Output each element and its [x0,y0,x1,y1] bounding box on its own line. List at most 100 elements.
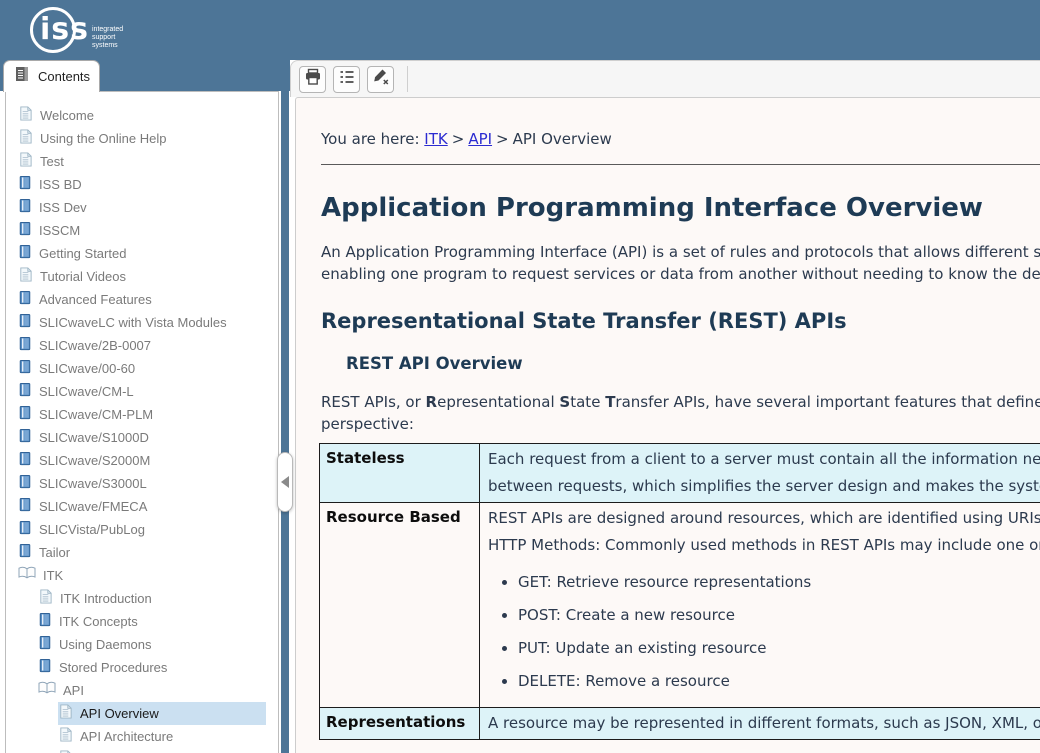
remove-highlights-button[interactable] [367,66,394,93]
sidebar-item-slicwave-fmeca[interactable]: SLICwave/FMECA [18,495,266,518]
breadcrumb-link-itk[interactable]: ITK [424,130,447,148]
sidebar-panel: Welcome Using the Online Help Test ISS BD IS… [5,91,279,753]
sidebar-item-tailor[interactable]: Tailor [18,541,266,564]
sidebar-item-itk-concepts[interactable]: ITK Concepts [38,610,266,633]
rest-overview-subheading: REST API Overview [346,354,1040,373]
sidebar-item-api-overview[interactable]: API Overview [58,702,266,725]
sidebar-item-label: Welcome [40,108,94,123]
sidebar-item-label: SLICwaveLC with Vista Modules [39,315,227,330]
sidebar-item-label: ISS BD [39,177,82,192]
sidebar-item-label: Test [40,154,64,169]
app-header: iss integratedsupportsystems [0,0,1040,60]
closed-book-icon [18,290,32,310]
http-method-item: PUT: Update an existing resource [518,638,1040,659]
intro-paragraph: An Application Programming Interface (AP… [321,241,1040,285]
closed-book-icon [18,451,32,471]
sidebar-item-label: Advanced Features [39,292,152,307]
breadcrumb-separator: > [448,130,469,148]
http-method-item: DELETE: Remove a resource [518,671,1040,692]
rest-paragraph-line: REST APIs, or Representational State Tra… [321,391,1040,413]
sidebar-item-using-daemons[interactable]: Using Daemons [38,633,266,656]
closed-book-icon [18,474,32,494]
list-icon [337,67,357,92]
sidebar-splitter[interactable] [281,91,289,753]
pen-remove-icon [371,67,391,92]
print-button[interactable] [299,66,326,93]
sidebar-item-label: SLICVista/PubLog [39,522,145,537]
page-icon [18,152,33,172]
iss-logo: iss integratedsupportsystems [28,5,228,57]
sidebar-item-slicwavelc-with-vista-modules[interactable]: SLICwaveLC with Vista Modules [18,311,266,334]
sidebar-item-label: SLICwave/CM-L [39,384,134,399]
sidebar-item-slicwave-cm-plm[interactable]: SLICwave/CM-PLM [18,403,266,426]
closed-book-icon [18,359,32,379]
sidebar-item-api-architecture[interactable]: API Architecture [58,725,266,748]
rest-paragraph: REST APIs, or Representational State Tra… [321,391,1040,435]
sidebar-item-itk-introduction[interactable]: ITK Introduction [38,587,266,610]
sidebar-item-advanced-features[interactable]: Advanced Features [18,288,266,311]
sidebar-item-using-the-online-help[interactable]: Using the Online Help [18,127,266,150]
sidebar-item-iss-bd[interactable]: ISS BD [18,173,266,196]
sidebar-item-label: ITK Concepts [59,614,138,629]
sidebar-item-isscm[interactable]: ISSCM [18,219,266,242]
table-row: Stateless Each request from a client to a… [320,444,1040,503]
sidebar-item-slicwave-cm-l[interactable]: SLICwave/CM-L [18,380,266,403]
breadcrumb-divider [321,164,1040,165]
sidebar-item-test[interactable]: Test [18,150,266,173]
feature-description-line: A resource may be represented in differe… [488,710,1040,737]
sidebar-item-getting-started[interactable]: Getting Started [18,242,266,265]
sidebar-item-slicwave-00-60[interactable]: SLICwave/00-60 [18,357,266,380]
feature-description-cell: A resource may be represented in differe… [480,708,1040,740]
closed-book-icon [18,175,32,195]
sidebar-item-label: Using the Online Help [40,131,166,146]
expand-all-button[interactable] [333,66,360,93]
sidebar-item-label: SLICwave/FMECA [39,499,147,514]
open-book-icon [38,681,56,700]
sidebar-item-stored-procedures[interactable]: Stored Procedures [38,656,266,679]
feature-name-cell: Resource Based [320,503,480,708]
toolbar [290,60,1040,97]
sidebar-item-slicwave-2b-0007[interactable]: SLICwave/2B-0007 [18,334,266,357]
feature-name-cell: Stateless [320,444,480,503]
sidebar-item-api-endpoint-definitions[interactable]: API Endpoint Definitions [58,748,266,753]
sidebar-item-label: SLICwave/S2000M [39,453,150,468]
page-icon [38,589,53,609]
sidebar-item-tutorial-videos[interactable]: Tutorial Videos [18,265,266,288]
sidebar-item-label: ITK [43,568,63,583]
breadcrumb-separator: > [492,130,513,148]
closed-book-icon [38,612,52,632]
intro-line: An Application Programming Interface (AP… [321,241,1040,263]
closed-book-icon [18,336,32,356]
breadcrumb-link-api[interactable]: API [468,130,492,148]
sidebar-item-slicvista-publog[interactable]: SLICVista/PubLog [18,518,266,541]
sidebar-item-slicwave-s2000m[interactable]: SLICwave/S2000M [18,449,266,472]
sidebar-item-api[interactable]: API [38,679,266,702]
closed-book-icon [18,428,32,448]
sidebar-item-slicwave-s1000d[interactable]: SLICwave/S1000D [18,426,266,449]
feature-description-line: Each request from a client to a server m… [488,446,1040,473]
feature-description-line: between requests, which simplifies the s… [488,473,1040,500]
sidebar-item-label: ISSCM [39,223,80,238]
logo-text: iss [40,12,89,47]
sidebar-collapse-handle[interactable] [277,452,293,512]
feature-description-cell: REST APIs are designed around resources,… [480,503,1040,708]
intro-line: enabling one program to request services… [321,263,1040,285]
closed-book-icon [18,520,32,540]
rest-section-heading: Representational State Transfer (REST) A… [321,309,1040,333]
sidebar-item-itk[interactable]: ITK [18,564,266,587]
tab-contents[interactable]: Contents [3,60,100,92]
sidebar-item-slicwave-s3000l[interactable]: SLICwave/S3000L [18,472,266,495]
sidebar-item-welcome[interactable]: Welcome [18,104,266,127]
closed-book-icon [18,221,32,241]
http-method-item: POST: Create a new resource [518,605,1040,626]
page-icon [58,750,73,753]
content-panel: You are here: ITK>API>API Overview Appli… [295,97,1040,753]
closed-book-icon [18,244,32,264]
page-icon [58,704,73,724]
sidebar-item-label: SLICwave/CM-PLM [39,407,153,422]
breadcrumb-current: API Overview [513,130,612,148]
feature-description-line: HTTP Methods: Commonly used methods in R… [488,532,1040,559]
sidebar-item-label: API Overview [80,706,159,721]
sidebar-item-label: ISS Dev [39,200,87,215]
sidebar-item-iss-dev[interactable]: ISS Dev [18,196,266,219]
